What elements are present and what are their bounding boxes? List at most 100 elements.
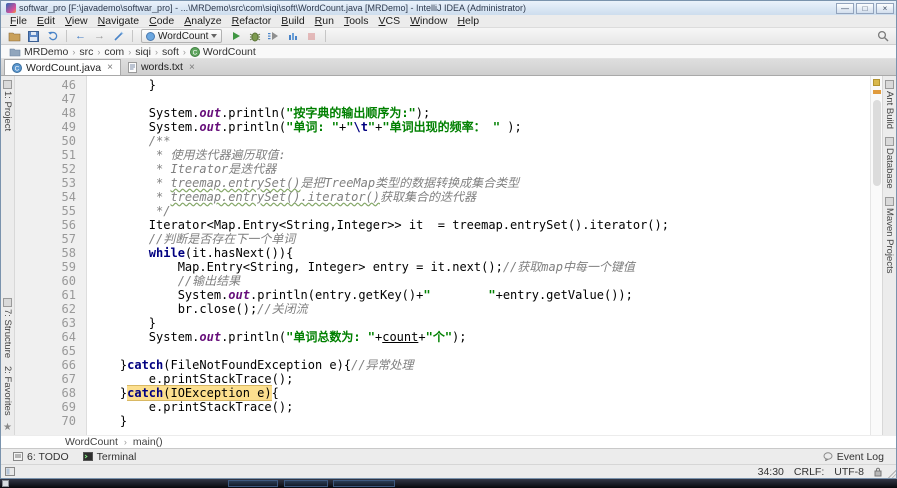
code-line[interactable]: * 使用迭代器遍历取值: <box>91 148 870 162</box>
code-line[interactable]: }catch(IOException e){ <box>91 385 870 401</box>
breadcrumb-wordcount[interactable]: C WordCount <box>189 46 256 58</box>
back-icon[interactable]: ← <box>72 29 89 44</box>
line-separator-indicator[interactable]: CRLF: <box>794 466 824 478</box>
resize-grip[interactable] <box>888 470 896 478</box>
code-line[interactable]: */ <box>91 204 870 218</box>
code-line[interactable]: } <box>91 78 870 92</box>
line-number[interactable]: 48 <box>15 106 76 120</box>
lock-icon[interactable] <box>874 467 882 477</box>
code-line[interactable]: } <box>91 414 870 428</box>
line-number[interactable]: 70 <box>15 414 76 428</box>
toolwindow-button-project[interactable]: 1: Project <box>2 76 13 135</box>
breadcrumb-method[interactable]: main() <box>133 436 163 448</box>
line-number[interactable]: 56 <box>15 218 76 232</box>
close-tab-icon[interactable]: × <box>107 62 113 73</box>
caret-position[interactable]: 34:30 <box>758 466 784 478</box>
line-number[interactable]: 65 <box>15 344 76 358</box>
code-line[interactable]: //输出结果 <box>91 274 870 288</box>
code-line[interactable]: /** <box>91 134 870 148</box>
line-number[interactable]: 69 <box>15 400 76 414</box>
line-number[interactable]: 61 <box>15 288 76 302</box>
code-line[interactable]: System.out.println("按字典的输出顺序为:"); <box>91 106 870 120</box>
stop-icon[interactable] <box>303 29 320 44</box>
code-line[interactable]: //判断是否存在下一个单词 <box>91 232 870 246</box>
code-line[interactable]: e.printStackTrace(); <box>91 372 870 386</box>
taskbar-start-area[interactable] <box>2 480 9 487</box>
line-number[interactable]: 63 <box>15 316 76 330</box>
coverage-icon[interactable] <box>265 29 282 44</box>
search-icon[interactable] <box>874 29 891 44</box>
menu-edit[interactable]: Edit <box>32 15 60 27</box>
code-line[interactable] <box>91 92 870 106</box>
menu-navigate[interactable]: Navigate <box>93 15 144 27</box>
tab-wordcount-java[interactable]: C WordCount.java × <box>4 59 121 75</box>
line-number[interactable]: 67 <box>15 372 76 386</box>
toolwindow-button-favorites[interactable]: 2: Favorites <box>2 362 13 420</box>
breadcrumb-com[interactable]: com <box>104 46 124 58</box>
tab-words-txt[interactable]: words.txt × <box>121 59 202 75</box>
menu-window[interactable]: Window <box>405 15 452 27</box>
line-number[interactable]: 64 <box>15 330 76 344</box>
code-area[interactable]: } System.out.println("按字典的输出顺序为:"); Syst… <box>87 76 870 435</box>
profiler-icon[interactable] <box>284 29 301 44</box>
code-line[interactable] <box>91 344 870 358</box>
inspection-status-icon[interactable] <box>873 79 880 86</box>
todo-toolwindow-button[interactable]: 6: TODO <box>9 451 73 463</box>
breadcrumb-class[interactable]: WordCount <box>65 436 118 448</box>
wand-icon[interactable] <box>110 29 127 44</box>
line-number[interactable]: 47 <box>15 92 76 106</box>
title-bar[interactable]: softwar_pro [F:\javademo\softwar_pro] - … <box>1 1 896 15</box>
taskbar-app-button[interactable] <box>333 480 395 487</box>
line-number[interactable]: 55 <box>15 204 76 218</box>
menu-refactor[interactable]: Refactor <box>227 15 277 27</box>
line-number[interactable]: 66 <box>15 358 76 372</box>
line-number[interactable]: 51 <box>15 148 76 162</box>
forward-icon[interactable]: → <box>91 29 108 44</box>
line-number[interactable]: 57 <box>15 232 76 246</box>
code-line[interactable]: while(it.hasNext()){ <box>91 246 870 260</box>
close-tab-icon[interactable]: × <box>189 62 195 73</box>
minimize-button[interactable]: — <box>836 2 854 14</box>
code-line[interactable]: System.out.println("单词: "+"\t"+"单词出现的频率：… <box>91 120 870 134</box>
menu-help[interactable]: Help <box>452 15 484 27</box>
menu-code[interactable]: Code <box>144 15 179 27</box>
toolwindow-button-ant-build[interactable]: Ant Build <box>884 76 895 133</box>
taskbar-app-button[interactable] <box>228 480 278 487</box>
code-line[interactable]: }catch(FileNotFoundException e){//异常处理 <box>91 358 870 372</box>
terminal-toolwindow-button[interactable]: Terminal <box>79 451 141 463</box>
gutter[interactable]: 46 47 48 49 50 51 52 53 54 55 56 57 58 59 60 61 62 63 64 65… <box>15 76 87 435</box>
run-icon[interactable] <box>227 29 244 44</box>
code-line[interactable]: } <box>91 316 870 330</box>
taskbar-app-button[interactable] <box>284 480 328 487</box>
menu-view[interactable]: View <box>60 15 93 27</box>
run-configuration-select[interactable]: WordCount <box>141 29 223 43</box>
line-number[interactable]: 58 <box>15 246 76 260</box>
line-number[interactable]: 59 <box>15 260 76 274</box>
line-number[interactable]: 60 <box>15 274 76 288</box>
menu-file[interactable]: File <box>5 15 32 27</box>
breadcrumb-soft[interactable]: soft <box>162 46 179 58</box>
line-number[interactable]: 53 <box>15 176 76 190</box>
windows-taskbar[interactable] <box>0 479 897 488</box>
menu-run[interactable]: Run <box>310 15 339 27</box>
code-line[interactable]: * treemap.entrySet().iterator()获取集合的迭代器 <box>91 190 870 204</box>
debug-icon[interactable] <box>246 29 263 44</box>
menu-analyze[interactable]: Analyze <box>179 15 226 27</box>
breadcrumb-project[interactable]: MRDemo <box>9 46 68 58</box>
menu-vcs[interactable]: VCS <box>373 15 405 27</box>
open-icon[interactable] <box>6 29 23 44</box>
maximize-button[interactable]: □ <box>856 2 874 14</box>
line-number[interactable]: 54 <box>15 190 76 204</box>
code-line[interactable]: br.close();//关闭流 <box>91 302 870 316</box>
code-line[interactable]: * treemap.entrySet()是把TreeMap类型的数据转换成集合类… <box>91 176 870 190</box>
scrollbar-thumb[interactable] <box>872 100 881 186</box>
line-number[interactable]: 50 <box>15 134 76 148</box>
close-button[interactable]: × <box>876 2 894 14</box>
menu-tools[interactable]: Tools <box>339 15 374 27</box>
line-number[interactable]: 62 <box>15 302 76 316</box>
event-log-button[interactable]: Event Log <box>819 451 888 463</box>
code-line[interactable]: e.printStackTrace(); <box>91 400 870 414</box>
warning-stripe-mark[interactable] <box>872 90 881 94</box>
menu-build[interactable]: Build <box>276 15 309 27</box>
line-number[interactable]: 49 <box>15 120 76 134</box>
